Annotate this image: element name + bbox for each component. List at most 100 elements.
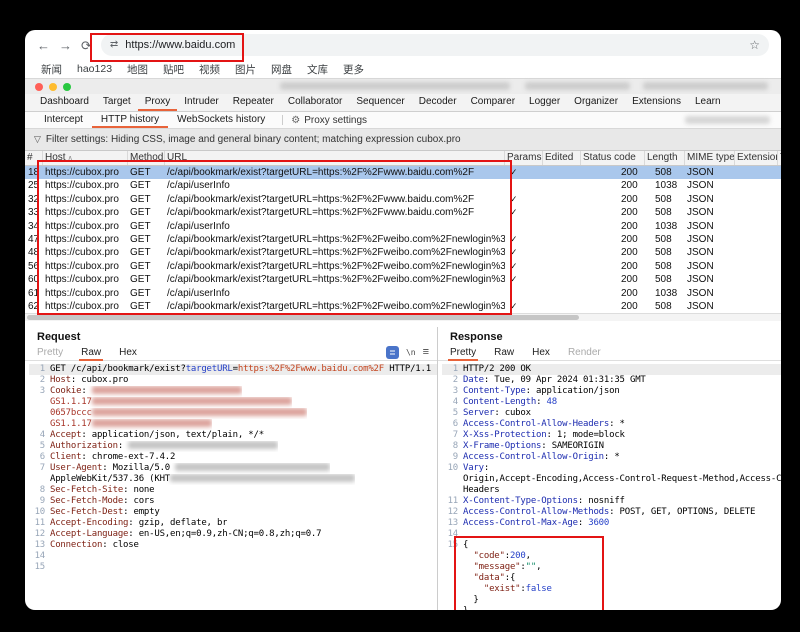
burp-tab-extensions[interactable]: Extensions [625,94,688,111]
line-number [442,551,458,562]
bookmark-item-8[interactable]: 更多 [343,62,364,77]
proxy-settings-button[interactable]: ⚙ Proxy settings [291,112,367,128]
cell-method: GET [128,300,165,313]
code-segment: : application/json, text/plain, */* [81,430,264,440]
table-row-61[interactable]: 61https://cubox.proGET/c/api/userInfo200… [25,287,781,300]
burp-tab-logger[interactable]: Logger [522,94,567,111]
menu-icon[interactable]: ≡ [423,346,429,358]
code-segment: : SAMEORIGIN [541,441,604,451]
line-content: GET /c/api/bookmark/exist?targetURL=http… [50,364,431,375]
line-content: } [463,606,468,610]
back-icon[interactable]: ← [37,39,50,52]
response-tab-render[interactable]: Render [568,344,601,360]
bookmark-item-5[interactable]: 图片 [235,62,256,77]
line-number: 9 [442,452,458,463]
response-tab-hex[interactable]: Hex [532,344,550,360]
burp-tab-intruder[interactable]: Intruder [177,94,225,111]
table-row-25[interactable]: 25https://cubox.proGET/c/api/userInfo200… [25,179,781,192]
code-segment: Sec-Fetch-Mode [50,496,123,506]
burp-tab-decoder[interactable]: Decoder [412,94,464,111]
table-row-33[interactable]: 33https://cubox.proGET/c/api/bookmark/ex… [25,206,781,219]
bookmark-star-icon[interactable]: ☆ [749,38,760,52]
code-segment: User-Agent [50,463,102,473]
request-panel-title: Request [25,327,437,344]
url-bar[interactable]: ⇄ https://www.baidu.com ☆ [101,34,769,56]
table-row-47[interactable]: 47https://cubox.proGET/c/api/bookmark/ex… [25,233,781,246]
scrollbar-thumb[interactable] [27,315,579,320]
bookmark-item-6[interactable]: 网盘 [271,62,292,77]
forward-icon[interactable]: → [59,39,72,52]
filter-bar[interactable]: ▽ Filter settings: Hiding CSS, image and… [25,129,781,151]
burp-tab-learn[interactable]: Learn [688,94,728,111]
cell-host: https://cubox.pro [43,246,128,259]
tab-switch-icon[interactable]: ⇄ [110,40,118,50]
table-row-48[interactable]: 48https://cubox.proGET/c/api/bookmark/ex… [25,246,781,259]
bookmark-item-0[interactable]: 新闻 [41,62,62,77]
bookmark-item-4[interactable]: 视频 [199,62,220,77]
search-icon[interactable]: ≣ [386,346,399,359]
burp-tab-repeater[interactable]: Repeater [226,94,281,111]
request-raw-view[interactable]: 1GET /c/api/bookmark/exist?targetURL=htt… [25,361,437,610]
request-tab-hex[interactable]: Hex [119,344,137,360]
maximize-window-icon[interactable] [63,83,71,91]
line-number [29,397,45,408]
column-header-host[interactable]: Host∧ [43,151,128,165]
cell-length: 508 [645,300,685,313]
column-header-status-code[interactable]: Status code [581,151,645,165]
table-row-32[interactable]: 32https://cubox.proGET/c/api/bookmark/ex… [25,193,781,206]
horizontal-scrollbar[interactable] [25,313,781,321]
table-row-60[interactable]: 60https://cubox.proGET/c/api/bookmark/ex… [25,273,781,286]
column-header-t[interactable]: T [778,151,781,165]
cell-length: 1038 [645,220,685,233]
subtab-websockets-history[interactable]: WebSockets history [168,112,274,128]
line-number: 14 [29,551,45,562]
cell-t [778,179,781,192]
table-row-62[interactable]: 62https://cubox.proGET/c/api/bookmark/ex… [25,300,781,313]
code-segment: : POST, GET, OPTIONS, DELETE [609,507,755,517]
code-segment: https:%2F%2Fwww.baidu.com%2F [238,364,384,374]
code-segment: : 1; mode=block [547,430,625,440]
column-header-extension[interactable]: Extension [735,151,778,165]
burp-tab-dashboard[interactable]: Dashboard [33,94,96,111]
request-tab-pretty[interactable]: Pretty [37,344,63,360]
cell-status: 200 [581,300,645,313]
show-newlines-icon[interactable]: \n [406,348,416,357]
burp-tab-target[interactable]: Target [96,94,138,111]
burp-tab-organizer[interactable]: Organizer [567,94,625,111]
column-header-method[interactable]: Method [128,151,165,165]
column-header-num[interactable]: # [25,151,43,165]
column-header-length[interactable]: Length [645,151,685,165]
column-header-edited[interactable]: Edited [543,151,581,165]
bookmark-item-2[interactable]: 地图 [127,62,148,77]
table-row-56[interactable]: 56https://cubox.proGET/c/api/bookmark/ex… [25,260,781,273]
minimize-window-icon[interactable] [49,83,57,91]
table-row-18[interactable]: 18https://cubox.proGET/c/api/bookmark/ex… [25,166,781,179]
table-row-34[interactable]: 34https://cubox.proGET/c/api/userInfo200… [25,220,781,233]
subtab-intercept[interactable]: Intercept [35,112,92,128]
response-tab-pretty[interactable]: Pretty [450,344,476,360]
burp-tab-comparer[interactable]: Comparer [464,94,522,111]
bookmark-item-1[interactable]: hao123 [77,63,112,75]
column-header-mime-type[interactable]: MIME type [685,151,735,165]
line-content: Connection: close [50,540,139,551]
cell-host: https://cubox.pro [43,233,128,246]
burp-tab-sequencer[interactable]: Sequencer [349,94,411,111]
bookmark-item-7[interactable]: 文库 [307,62,328,77]
burp-tab-proxy[interactable]: Proxy [138,94,178,111]
code-segment [463,562,473,572]
response-tab-raw[interactable]: Raw [494,344,514,360]
reload-icon[interactable]: ⟳ [81,39,92,52]
bookmark-item-3[interactable]: 贴吧 [163,62,184,77]
line-number: 7 [29,463,45,474]
column-header-url[interactable]: URL [165,151,505,165]
burp-tab-collaborator[interactable]: Collaborator [281,94,349,111]
code-segment: Access-Control-Allow-Methods [463,507,609,517]
line-content: Date: Tue, 09 Apr 2024 01:31:35 GMT [463,375,646,386]
subtab-http-history[interactable]: HTTP history [92,112,168,128]
url-text[interactable]: https://www.baidu.com [125,39,235,51]
column-header-params[interactable]: Params [505,151,543,165]
request-tab-raw[interactable]: Raw [81,344,101,360]
close-window-icon[interactable] [35,83,43,91]
response-pretty-view[interactable]: 1HTTP/2 200 OK2Date: Tue, 09 Apr 2024 01… [438,361,781,610]
cell-id: 34 [25,220,43,233]
